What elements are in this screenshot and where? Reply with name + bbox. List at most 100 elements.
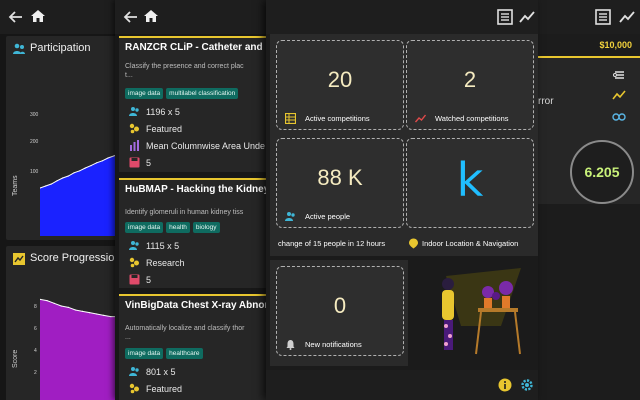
data-point <box>81 310 84 312</box>
trend-red-icon <box>415 114 426 123</box>
prize-amount: $10,000 <box>599 40 632 50</box>
competition-title[interactable]: VinBigData Chest X-ray Abnorm <box>125 300 269 311</box>
competition-list-panel: RANZCR CLiP - Catheter and Li Classify t… <box>115 0 269 400</box>
trend-yellow-icon <box>612 90 626 100</box>
category-icon <box>129 123 139 134</box>
plant-illustration-icon <box>442 268 521 355</box>
data-point <box>45 185 47 187</box>
category-stat: Featured <box>129 383 182 394</box>
score-chart-card: Score Progression Score 8 6 4 2 <box>6 246 125 400</box>
data-point <box>73 172 75 174</box>
score-plot <box>40 298 125 400</box>
data-point <box>101 160 103 162</box>
score-tick: 4 <box>34 348 37 354</box>
people-icon <box>129 241 139 250</box>
active-competitions-tile[interactable]: 20 Active competitions <box>276 40 404 130</box>
home-icon[interactable] <box>143 8 159 24</box>
competition-title[interactable]: HuBMAP - Hacking the Kidney <box>125 184 269 195</box>
list-view-icon[interactable] <box>496 8 514 26</box>
data-point <box>67 306 69 308</box>
stats-panel: 20 Active competitions 2 Watched competi… <box>270 34 538 256</box>
score-tick: 2 <box>34 370 37 376</box>
home-icon[interactable] <box>30 8 46 24</box>
score-tick: 6 <box>34 326 37 332</box>
dataset-size: 801 x 5 <box>146 366 176 377</box>
data-point <box>103 314 105 316</box>
score-title: Score Progression <box>30 252 121 264</box>
list-view-icon[interactable] <box>594 8 612 26</box>
watched-competitions-count: 2 <box>463 67 477 92</box>
score-tick: 8 <box>34 304 37 310</box>
tag-row: image data healthcare <box>125 348 203 359</box>
bar-chart-icon <box>130 140 139 151</box>
people-icon <box>129 107 139 116</box>
data-point <box>46 300 48 302</box>
competition-card[interactable]: RANZCR CLiP - Catheter and Li Classify t… <box>119 36 269 172</box>
back-arrow-icon[interactable] <box>123 9 139 25</box>
tag-chip[interactable]: image data <box>125 88 164 99</box>
competition-description: Automatically localize and classify thor… <box>125 324 244 342</box>
category-icon <box>129 257 139 268</box>
info-icon[interactable] <box>498 378 512 392</box>
participation-tick: 300 <box>30 112 39 118</box>
competition-description: Identify glomeruli in human kidney tiss <box>125 208 243 217</box>
data-point <box>60 305 62 307</box>
category-stat: Research <box>129 257 185 268</box>
featured-competition-tile[interactable]: k <box>406 138 534 228</box>
description-line: t... <box>125 72 133 79</box>
sort-icon[interactable] <box>612 68 626 82</box>
trending-icon[interactable] <box>618 8 636 26</box>
dashboard-top-bar <box>266 0 538 34</box>
back-arrow-icon[interactable] <box>8 9 24 25</box>
data-point <box>62 177 64 179</box>
description-line: ... <box>125 334 131 341</box>
metric-label: Mean Columnwise Area Unde <box>146 140 266 151</box>
tag-chip[interactable]: multilabel classification <box>166 88 239 99</box>
watched-competitions-label: Watched competitions <box>435 114 509 123</box>
competition-card[interactable]: VinBigData Chest X-ray Abnorm Automatica… <box>119 294 269 400</box>
score-value: 6.205 <box>584 164 620 180</box>
people-icon <box>285 212 295 221</box>
tag-chip[interactable]: healthcare <box>166 348 203 359</box>
dataset-size-stat: 801 x 5 <box>129 366 176 377</box>
submissions-stat: 5 <box>129 157 151 168</box>
trending-icon[interactable] <box>518 8 536 26</box>
active-people-count: 88 K <box>317 165 363 190</box>
participation-tick: 100 <box>30 169 39 175</box>
list-top-bar <box>115 0 267 34</box>
notifications-tile[interactable]: 0 New notifications <box>276 266 404 356</box>
competition-title[interactable]: RANZCR CLiP - Catheter and Li <box>125 42 269 53</box>
data-point <box>107 157 109 159</box>
competition-description: Classify the presence and correct plac t… <box>125 62 244 80</box>
settings-gear-icon[interactable] <box>520 378 534 392</box>
active-competitions-count: 20 <box>327 67 353 92</box>
participation-ylabel: Teams <box>12 175 19 196</box>
tag-row: image data multilabel classification <box>125 88 239 99</box>
link-icon[interactable] <box>612 110 626 124</box>
tag-chip[interactable]: health <box>166 222 190 233</box>
dashboard-bottom-bar <box>266 370 538 400</box>
data-point <box>67 175 69 177</box>
notifications-label: New notifications <box>305 340 362 349</box>
description-line: Classify the presence and correct plac <box>125 63 244 70</box>
active-people-tile[interactable]: 88 K Active people <box>276 138 404 228</box>
participation-plot <box>40 150 125 236</box>
save-icon <box>129 157 140 168</box>
tag-chip[interactable]: biology <box>192 222 220 233</box>
data-point <box>84 167 86 169</box>
data-point <box>79 170 81 172</box>
kaggle-logo-icon: k <box>456 153 484 207</box>
data-point <box>90 165 92 167</box>
data-point <box>56 180 58 182</box>
active-people-change: change of 15 people in 12 hours <box>278 239 386 248</box>
watched-competitions-tile[interactable]: 2 Watched competitions <box>406 40 534 130</box>
category-icon <box>129 383 139 394</box>
tag-chip[interactable]: image data <box>125 348 164 359</box>
charts-top-bar <box>0 0 125 34</box>
dataset-size-stat: 1196 x 5 <box>129 106 180 117</box>
competition-card[interactable]: HuBMAP - Hacking the Kidney Identify glo… <box>119 178 269 288</box>
bell-icon <box>286 340 295 350</box>
back-error-text: rror <box>538 96 554 107</box>
notifications-panel: 0 New notifications <box>270 260 408 366</box>
tag-chip[interactable]: image data <box>125 222 164 233</box>
